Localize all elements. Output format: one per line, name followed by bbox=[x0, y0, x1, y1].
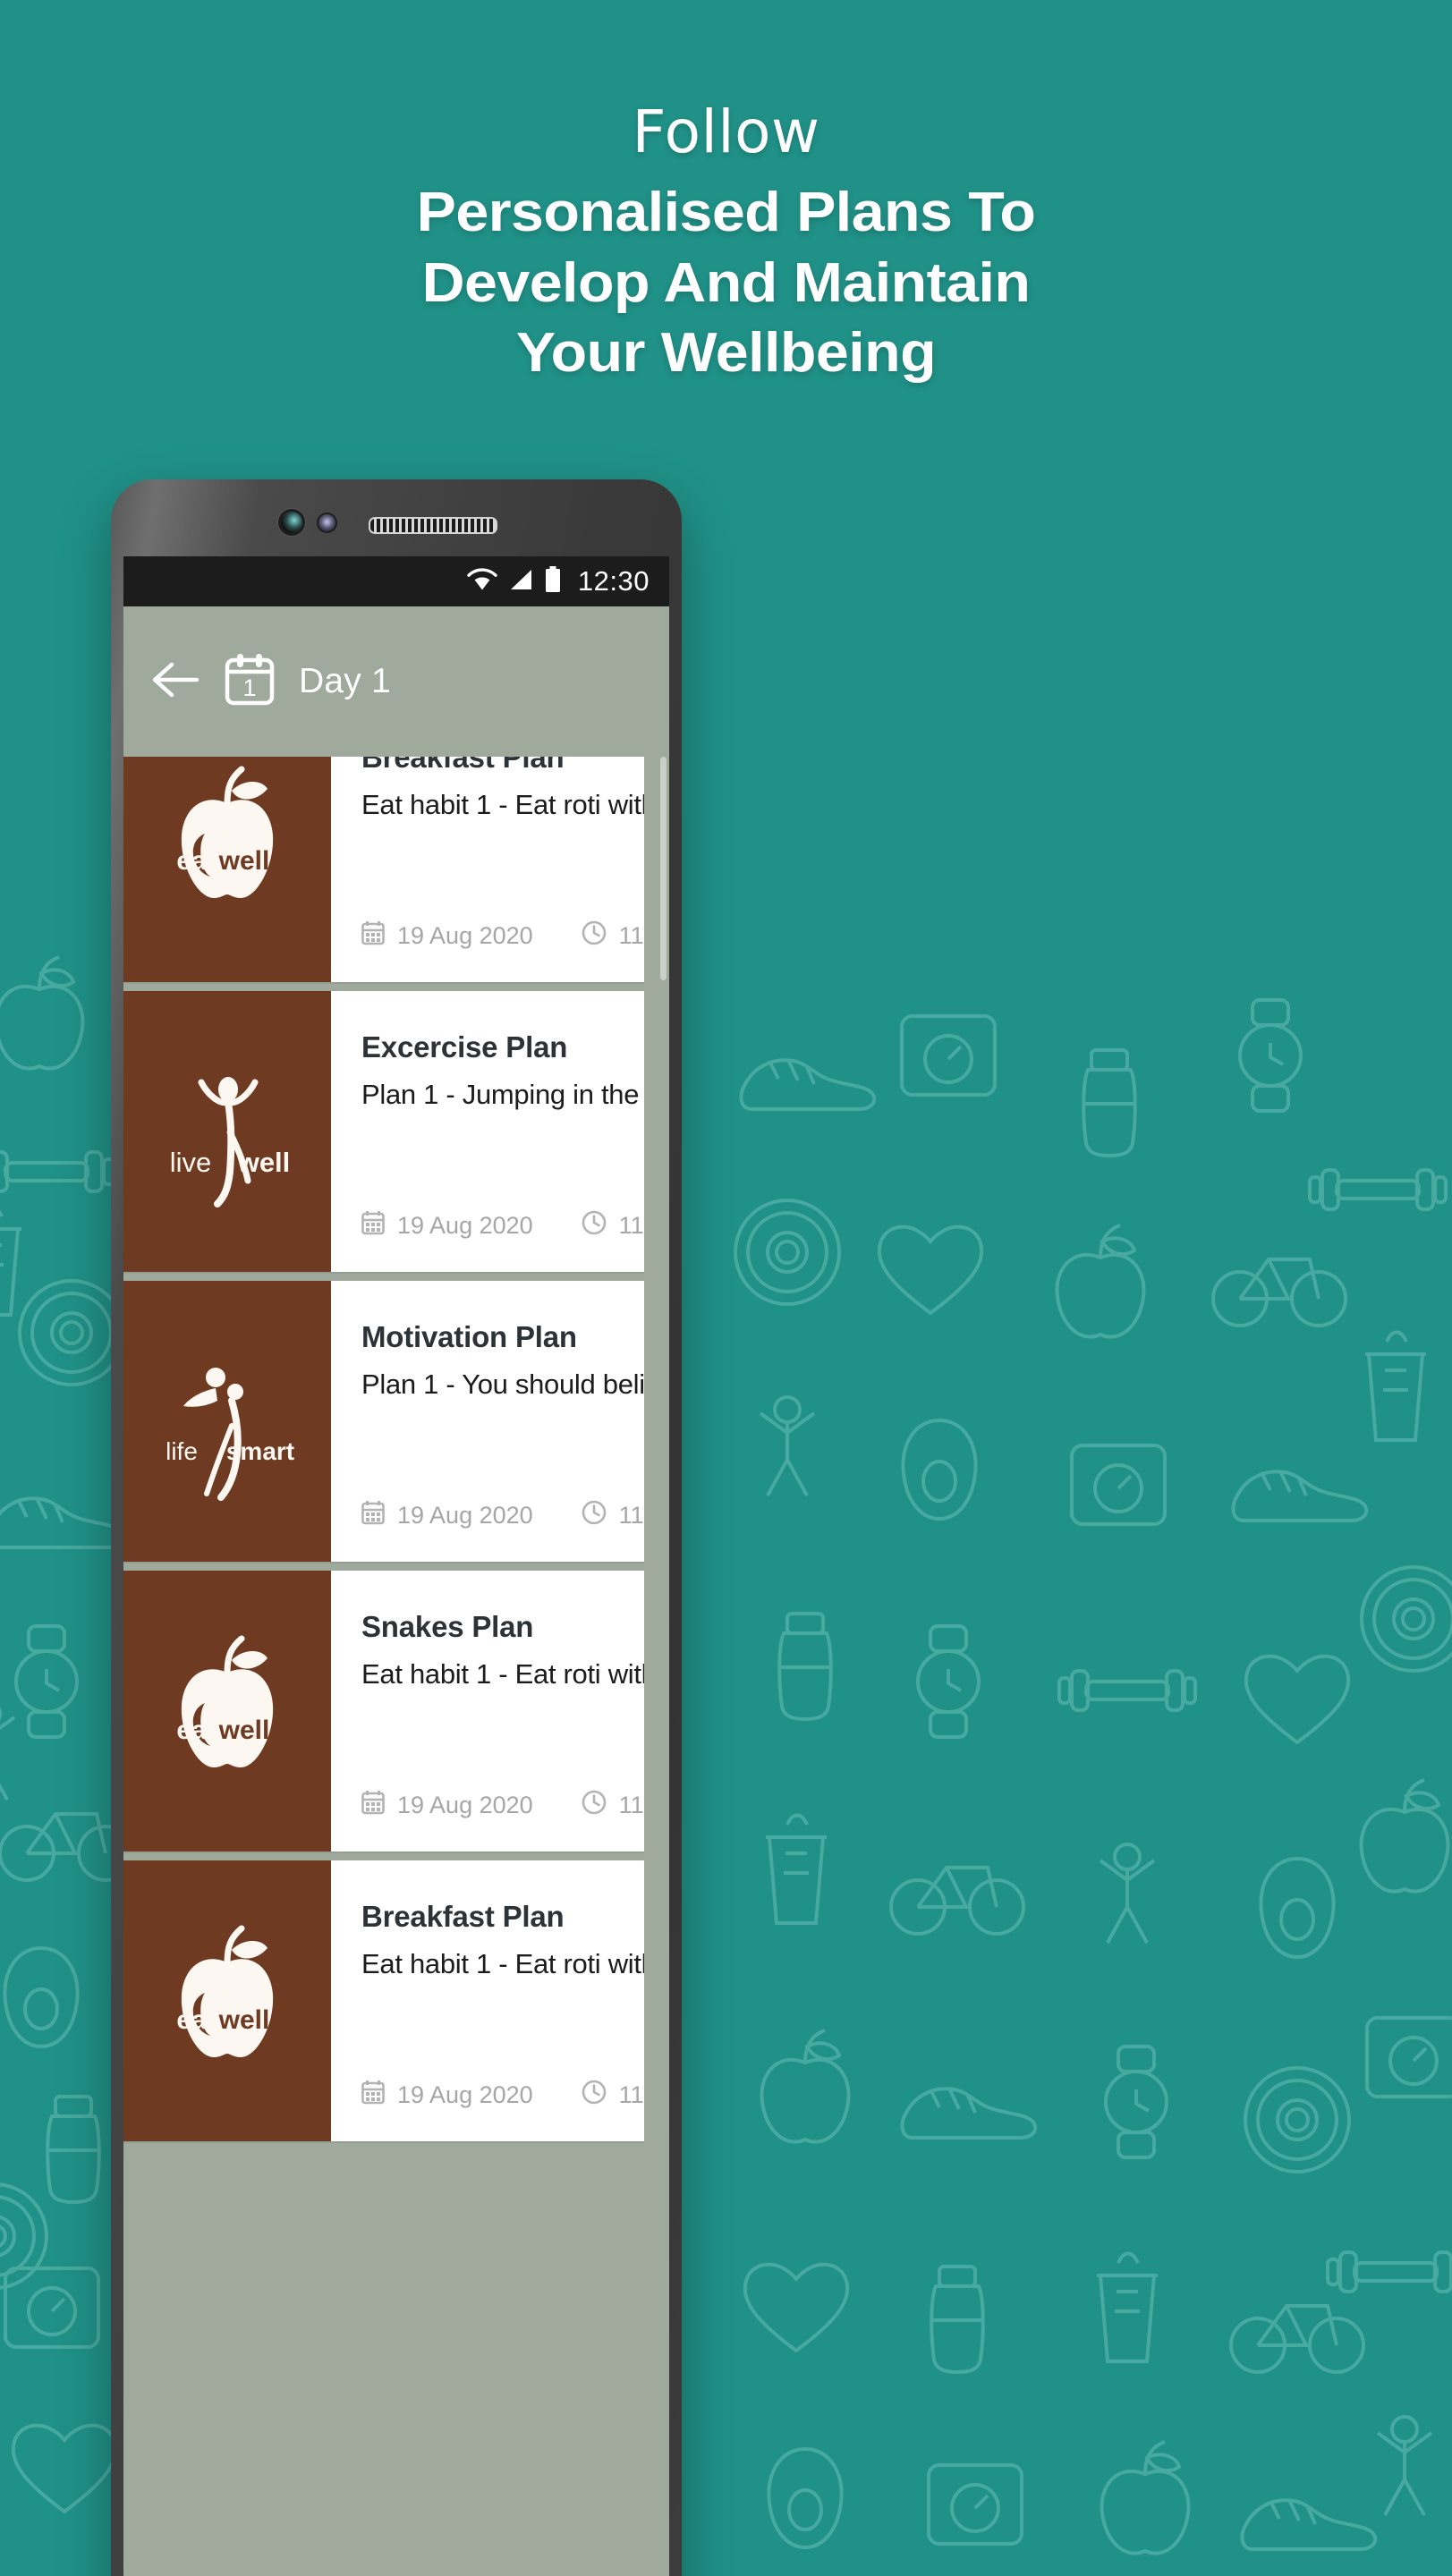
plan-meta: 19 Aug 2020 11:30 AM bbox=[361, 920, 669, 952]
plan-meta: 19 Aug 2020 11:30 AM bbox=[361, 1790, 669, 1821]
plan-subtitle: Plan 1 - Jumping in the morning... bbox=[361, 1079, 669, 1110]
calendar-icon bbox=[361, 1791, 385, 1815]
calendar-icon bbox=[361, 1210, 385, 1241]
promo-headline-block: Follow Personalised Plans To Develop And… bbox=[0, 103, 1452, 389]
page-title: Day 1 bbox=[299, 662, 391, 700]
android-status-bar: 12:30 bbox=[123, 556, 669, 606]
plan-thumbnail: eat well bbox=[123, 1571, 331, 1852]
clock-icon bbox=[582, 920, 606, 945]
front-camera-icon bbox=[281, 512, 302, 533]
svg-text:well: well bbox=[218, 1716, 270, 1745]
calendar-icon bbox=[361, 1211, 385, 1235]
live-well-logo-icon: live well bbox=[151, 1046, 303, 1216]
phone-top-bezel bbox=[111, 479, 682, 556]
plan-date: 19 Aug 2020 bbox=[397, 1792, 533, 1818]
cellular-signal-icon bbox=[508, 568, 533, 596]
clock-icon bbox=[582, 1210, 607, 1241]
plan-meta: 19 Aug 2020 11:30 AM bbox=[361, 2080, 669, 2111]
clock-icon bbox=[582, 1790, 607, 1821]
plan-thumbnail: live well bbox=[123, 991, 331, 1272]
plan-card[interactable]: eat well Snakes Plan Eat habit 1 - Eat r… bbox=[123, 1571, 669, 1852]
plan-card[interactable]: life smart Motivation Plan Plan 1 - You … bbox=[123, 1281, 669, 1562]
plan-meta: 19 Aug 2020 11:30 AM bbox=[361, 1210, 669, 1241]
svg-text:well: well bbox=[218, 2005, 270, 2035]
plan-title: Breakfast Plan bbox=[361, 757, 565, 774]
app-bar: 1 Day 1 bbox=[123, 606, 669, 757]
plan-card[interactable]: live well Excercise Plan Plan 1 - Jumpin… bbox=[123, 991, 669, 1272]
plan-meta: 19 Aug 2020 11:30 AM bbox=[361, 1500, 669, 1531]
plan-subtitle: Eat habit 1 - Eat roti with potato less.… bbox=[361, 789, 669, 820]
plan-card[interactable]: eat well Breakfast Plan Eat habit 1 - Ea… bbox=[123, 757, 669, 982]
vertical-scrollbar[interactable] bbox=[660, 757, 667, 980]
list-right-gutter bbox=[644, 757, 669, 2576]
eat-well-logo-icon: eat well bbox=[151, 1916, 303, 2086]
plan-list[interactable]: eat well Breakfast Plan Eat habit 1 - Ea… bbox=[123, 757, 669, 2576]
calendar-icon bbox=[361, 2080, 385, 2111]
promo-headline-line-3: Your Wellbeing bbox=[515, 322, 937, 385]
calendar-icon bbox=[361, 921, 385, 945]
svg-text:live: live bbox=[170, 1147, 212, 1178]
eat-well-logo-icon: eat well bbox=[151, 757, 303, 927]
back-arrow-icon[interactable] bbox=[150, 660, 200, 704]
plan-date: 19 Aug 2020 bbox=[397, 922, 533, 949]
earpiece-speaker-icon bbox=[369, 517, 497, 534]
calendar-icon bbox=[361, 1501, 385, 1525]
calendar-icon bbox=[361, 1790, 385, 1821]
calendar-day-number: 1 bbox=[242, 674, 257, 701]
svg-text:smart: smart bbox=[226, 1437, 294, 1465]
svg-text:eat: eat bbox=[176, 2005, 215, 2035]
plan-date: 19 Aug 2020 bbox=[397, 1502, 533, 1529]
status-bar-clock: 12:30 bbox=[577, 565, 650, 597]
clock-icon bbox=[582, 2080, 607, 2111]
clock-icon bbox=[582, 1500, 606, 1525]
promo-eyebrow: Follow bbox=[632, 97, 820, 166]
svg-text:life: life bbox=[166, 1437, 198, 1465]
clock-icon bbox=[582, 920, 607, 952]
eat-well-logo-icon: eat well bbox=[151, 1626, 303, 1796]
plan-thumbnail: eat well bbox=[123, 1860, 331, 2141]
svg-text:well: well bbox=[218, 846, 270, 876]
calendar-icon bbox=[361, 1500, 385, 1531]
life-smart-logo-icon: life smart bbox=[151, 1336, 303, 1506]
clock-icon bbox=[582, 1790, 606, 1815]
calendar-icon bbox=[361, 2080, 385, 2105]
calendar-icon bbox=[361, 920, 385, 952]
plan-card[interactable]: eat well Breakfast Plan Eat habit 1 - Ea… bbox=[123, 1860, 669, 2141]
phone-frame: 12:30 1 Day 1 eat well Breakfast Plan Ea… bbox=[111, 479, 682, 2576]
clock-icon bbox=[582, 1210, 606, 1235]
promo-headline-line-1: Personalised Plans To bbox=[416, 182, 1036, 243]
svg-text:well: well bbox=[237, 1147, 291, 1178]
plan-subtitle: Eat habit 1 - Eat roti with potato less.… bbox=[361, 1658, 669, 1690]
phone-screen: 12:30 1 Day 1 eat well Breakfast Plan Ea… bbox=[123, 556, 669, 2576]
clock-icon bbox=[582, 1500, 607, 1531]
wifi-icon bbox=[467, 567, 497, 596]
clock-icon bbox=[582, 2080, 606, 2105]
plan-title: Snakes Plan bbox=[361, 1610, 534, 1643]
plan-date: 19 Aug 2020 bbox=[397, 2081, 533, 2108]
plan-title: Excercise Plan bbox=[361, 1030, 568, 1063]
plan-thumbnail: eat well bbox=[123, 757, 331, 982]
plan-title: Breakfast Plan bbox=[361, 1900, 565, 1933]
calendar-day-icon: 1 bbox=[224, 652, 276, 712]
phone-mockup: 12:30 1 Day 1 eat well Breakfast Plan Ea… bbox=[111, 479, 682, 2576]
promo-headline: Personalised Plans To Develop And Mainta… bbox=[0, 178, 1452, 389]
plan-subtitle: Plan 1 - You should believe in... bbox=[361, 1368, 669, 1400]
plan-date: 19 Aug 2020 bbox=[397, 1212, 533, 1239]
svg-text:eat: eat bbox=[176, 1716, 215, 1745]
battery-full-icon bbox=[544, 565, 562, 597]
plan-title: Motivation Plan bbox=[361, 1320, 577, 1353]
proximity-sensor-icon bbox=[318, 514, 335, 531]
svg-text:eat: eat bbox=[176, 846, 215, 876]
promo-headline-line-2: Develop And Maintain bbox=[421, 251, 1031, 314]
plan-subtitle: Eat habit 1 - Eat roti with potato less.… bbox=[361, 1948, 669, 1979]
plan-thumbnail: life smart bbox=[123, 1281, 331, 1562]
